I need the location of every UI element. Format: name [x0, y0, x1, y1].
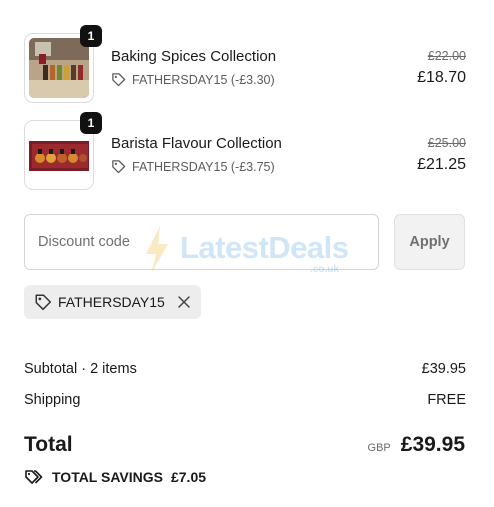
tag-icon	[112, 73, 126, 87]
total-amount: GBP £39.95	[368, 433, 465, 457]
discount-code-input[interactable]	[24, 214, 379, 270]
item-price: £18.70	[417, 69, 466, 86]
item-price: £21.25	[417, 156, 466, 173]
product-name: Baking Spices Collection	[111, 48, 277, 65]
original-price: £25.00	[427, 136, 466, 150]
total-value: £39.95	[400, 433, 465, 456]
applied-discount-code: FATHERSDAY15	[58, 294, 165, 310]
product-thumbnail[interactable]: 1	[24, 25, 102, 103]
close-icon	[178, 296, 190, 308]
tags-icon	[25, 470, 43, 484]
item-discount: FATHERSDAY15 (-£3.75)	[111, 159, 275, 174]
shipping-label: Shipping	[24, 392, 81, 408]
total-savings: TOTAL SAVINGS £7.05	[24, 468, 206, 486]
quantity-badge: 1	[80, 112, 102, 134]
shipping-row: Shipping FREE	[24, 392, 466, 408]
original-price: £22.00	[427, 49, 466, 63]
savings-label: TOTAL SAVINGS	[52, 469, 163, 485]
product-image	[29, 125, 89, 185]
shipping-value: FREE	[427, 392, 466, 408]
subtotal-value: £39.95	[421, 361, 466, 377]
apply-button[interactable]: Apply	[394, 214, 465, 270]
savings-value: £7.05	[170, 469, 207, 485]
product-image	[29, 38, 89, 98]
applied-discount-chip: FATHERSDAY15	[24, 285, 201, 319]
item-discount: FATHERSDAY15 (-£3.30)	[111, 72, 275, 87]
product-thumbnail[interactable]: 1	[24, 112, 102, 190]
cart-item: 1 Baking Spices Collection FATHERSDAY15 …	[24, 25, 466, 103]
subtotal-row: Subtotal · 2 items £39.95	[24, 361, 466, 377]
currency-code: GBP	[367, 442, 391, 454]
tag-icon	[112, 160, 126, 174]
tag-icon	[34, 293, 52, 311]
item-discount-text: FATHERSDAY15 (-£3.30)	[132, 72, 275, 87]
subtotal-label: Subtotal · 2 items	[24, 361, 137, 377]
item-discount-text: FATHERSDAY15 (-£3.75)	[132, 159, 275, 174]
cart-item: 1 Barista Flavour Collection FATHERSDAY1…	[24, 112, 466, 190]
quantity-badge: 1	[80, 25, 102, 47]
total-label: Total	[24, 433, 73, 456]
product-name: Barista Flavour Collection	[111, 135, 282, 152]
remove-discount-button[interactable]	[177, 295, 191, 309]
